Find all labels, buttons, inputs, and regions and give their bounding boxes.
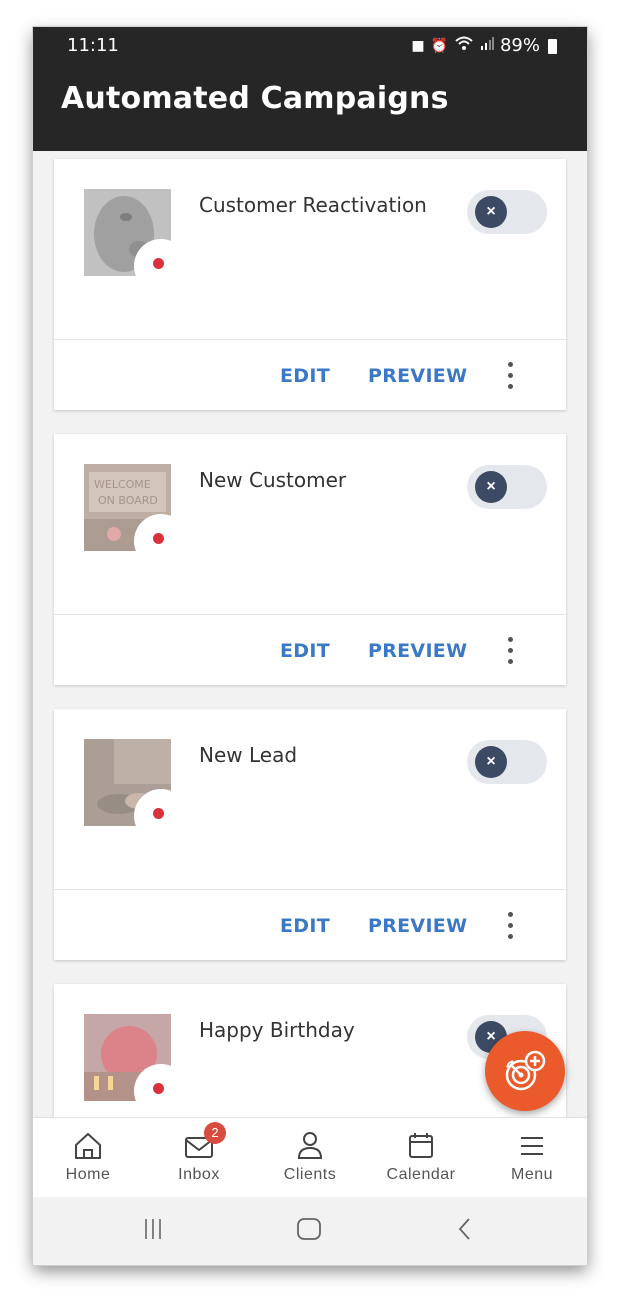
- nav-clients[interactable]: Clients: [255, 1118, 365, 1198]
- campaign-name[interactable]: Happy Birthday: [199, 1018, 355, 1042]
- nav-inbox[interactable]: 2 Inbox: [144, 1118, 254, 1198]
- campaign-card-actions: EDIT PREVIEW: [54, 890, 566, 960]
- status-dot: [153, 1083, 164, 1094]
- hamburger-icon: [477, 1130, 587, 1160]
- more-options-icon[interactable]: [504, 910, 518, 942]
- campaign-list[interactable]: Customer Reactivation × EDIT PREVIEW WEL…: [33, 151, 587, 1117]
- status-dot: [153, 808, 164, 819]
- campaign-name[interactable]: New Customer: [199, 468, 346, 492]
- campaign-toggle[interactable]: ×: [467, 465, 547, 509]
- status-bar: 11:11 ■ ⏰ 89%: [33, 27, 587, 65]
- campaign-name[interactable]: New Lead: [199, 743, 297, 767]
- home-system-icon[interactable]: [296, 1217, 322, 1246]
- close-icon: ×: [475, 196, 507, 228]
- person-icon: [255, 1130, 365, 1160]
- back-icon[interactable]: [455, 1217, 475, 1246]
- target-add-icon: [505, 1050, 546, 1091]
- nav-calendar[interactable]: Calendar: [366, 1118, 476, 1198]
- campaign-card-body: Customer Reactivation ×: [54, 159, 566, 340]
- campaign-name[interactable]: Customer Reactivation: [199, 193, 427, 217]
- nav-label: Home: [65, 1166, 111, 1183]
- bottom-navigation: Home 2 Inbox Clients Calendar Menu: [33, 1117, 587, 1198]
- campaign-card-actions: EDIT PREVIEW: [54, 340, 566, 410]
- preview-button[interactable]: PREVIEW: [368, 640, 467, 662]
- edit-button[interactable]: EDIT: [280, 915, 330, 937]
- page-title: Automated Campaigns: [61, 81, 449, 116]
- inbox-badge: 2: [204, 1122, 226, 1144]
- campaign-thumbnail: [84, 1014, 171, 1101]
- phone-screen: 11:11 ■ ⏰ 89% Automated Campaigns Custom…: [33, 27, 587, 1265]
- campaign-card-body: New Lead ×: [54, 709, 566, 890]
- add-campaign-fab[interactable]: [485, 1031, 565, 1111]
- campaign-card: Customer Reactivation × EDIT PREVIEW: [54, 159, 566, 410]
- battery-percent: 89%: [499, 35, 540, 56]
- campaign-thumbnail: [84, 739, 171, 826]
- campaign-toggle[interactable]: ×: [467, 190, 547, 234]
- nav-label: Clients: [283, 1166, 337, 1183]
- home-icon: [33, 1130, 143, 1160]
- close-icon: ×: [475, 746, 507, 778]
- nav-home[interactable]: Home: [33, 1118, 143, 1198]
- status-dot: [153, 533, 164, 544]
- campaign-card: New Lead × EDIT PREVIEW: [54, 709, 566, 960]
- campaign-toggle[interactable]: ×: [467, 740, 547, 784]
- campaign-card: WELCOME ON BOARD New Customer × EDIT PRE…: [54, 434, 566, 685]
- app-header: Automated Campaigns: [33, 65, 587, 151]
- edit-button[interactable]: EDIT: [280, 365, 330, 387]
- campaign-card-body: WELCOME ON BOARD New Customer ×: [54, 434, 566, 615]
- alarm-icon: ⏰: [430, 37, 448, 54]
- nav-label: Inbox: [178, 1166, 220, 1183]
- recent-apps-icon[interactable]: [141, 1217, 165, 1246]
- campaign-card-actions: EDIT PREVIEW: [54, 615, 566, 685]
- edit-button[interactable]: EDIT: [280, 640, 330, 662]
- wifi-icon: [454, 35, 474, 56]
- nav-menu[interactable]: Menu: [477, 1118, 587, 1198]
- campaign-thumbnail: [84, 189, 171, 276]
- more-options-icon[interactable]: [504, 635, 518, 667]
- close-icon: ×: [475, 471, 507, 503]
- calendar-icon: [366, 1130, 476, 1160]
- preview-button[interactable]: PREVIEW: [368, 365, 467, 387]
- system-navigation-bar: [33, 1197, 587, 1265]
- nav-label: Calendar: [386, 1166, 456, 1183]
- more-options-icon[interactable]: [504, 360, 518, 392]
- status-dot: [153, 258, 164, 269]
- status-time: 11:11: [67, 35, 119, 56]
- mail-icon: [144, 1130, 254, 1160]
- status-icons: ■ ⏰ 89%: [411, 35, 557, 56]
- battery-icon: [548, 39, 557, 54]
- signal-icon: [480, 36, 494, 55]
- lock-icon: ■: [411, 37, 425, 54]
- preview-button[interactable]: PREVIEW: [368, 915, 467, 937]
- campaign-thumbnail: WELCOME ON BOARD: [84, 464, 171, 551]
- nav-label: Menu: [510, 1166, 554, 1183]
